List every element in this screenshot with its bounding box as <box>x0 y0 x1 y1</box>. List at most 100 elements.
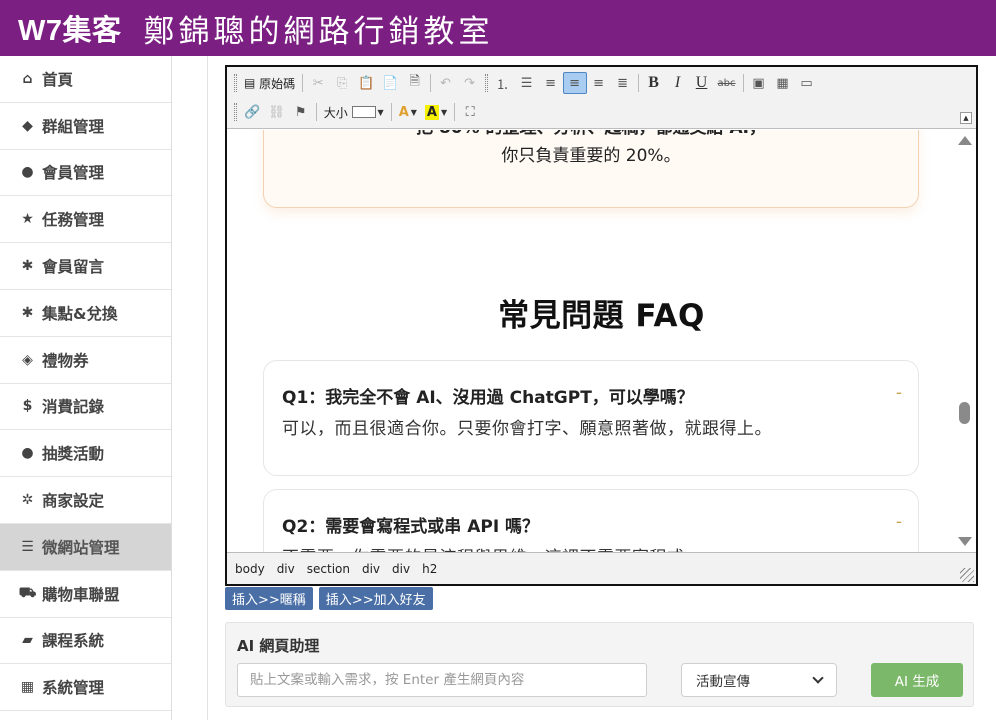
ai-prompt-input[interactable] <box>237 663 647 697</box>
align-right-icon[interactable]: ≡ <box>587 72 611 94</box>
toolbar-grip[interactable] <box>234 103 237 121</box>
sidebar-item-label: 首頁 <box>42 70 74 89</box>
sidebar-item-points[interactable]: ✱ 集點&兌換 <box>0 290 171 337</box>
sidebar-item-store-settings[interactable]: ✲ 商家設定 <box>0 477 171 524</box>
element-path-bar: body div section div div h2 <box>227 552 976 584</box>
layout-gutter <box>172 56 208 720</box>
sidebar-item-label: 微網站管理 <box>42 538 120 557</box>
sidebar-item-label: 群組管理 <box>42 117 105 136</box>
redo-icon[interactable]: ↷ <box>458 72 482 94</box>
underline-icon[interactable]: U <box>690 72 714 94</box>
promo-line-1: 把 80% 的整理、分析、起稿，都通交給 AI， <box>264 130 918 138</box>
list-icon: ☰ <box>21 538 34 555</box>
faq-toggle[interactable]: - <box>896 383 902 403</box>
asterisk-icon: ✱ <box>21 304 34 321</box>
sidebar-item-label: 商家設定 <box>42 492 105 511</box>
align-justify-icon[interactable]: ≣ <box>611 72 635 94</box>
sidebar-item-system[interactable]: ▦ 系統管理 <box>0 664 171 712</box>
paste-word-icon[interactable]: 🗎 <box>403 72 427 94</box>
ai-generate-button[interactable]: AI 生成 <box>871 663 963 697</box>
scroll-down-arrow-icon[interactable] <box>958 537 972 546</box>
sidebar-item-purchases[interactable]: $ 消費記錄 <box>0 384 171 431</box>
sidebar-item-members[interactable]: ● 會員管理 <box>0 150 171 197</box>
toolbar-grip[interactable] <box>234 74 237 92</box>
text-color-icon: A <box>398 104 409 120</box>
ai-panel-title: AI 網頁助理 <box>237 637 320 655</box>
strikethrough-icon[interactable]: abc <box>714 72 740 94</box>
toolbar-separator <box>315 103 317 121</box>
sidebar-item-messages[interactable]: ✱ 會員留言 <box>0 243 171 290</box>
align-center-icon[interactable]: ≡ <box>562 72 587 94</box>
font-size-value-box <box>351 106 376 118</box>
align-left-icon[interactable]: ≡ <box>539 72 563 94</box>
faq-toggle[interactable]: - <box>896 512 902 532</box>
toolbar-separator <box>390 103 392 121</box>
sidebar-item-cart-alliance[interactable]: ⛟ 購物車聯盟 <box>0 571 171 618</box>
cut-icon[interactable]: ✂ <box>306 72 330 94</box>
tags-icon: ◆ <box>22 117 33 134</box>
bullet-list-icon[interactable]: ☰ <box>515 72 539 94</box>
maximize-icon[interactable]: ⛶ <box>458 101 482 123</box>
promo-card: 把 80% 的整理、分析、起稿，都通交給 AI， 你只負責重要的 20%。 <box>263 130 919 208</box>
apple-icon: ● <box>21 445 34 462</box>
link-icon[interactable]: 🔗 <box>240 101 264 123</box>
toolbar-row-1: ▤ 原始碼 ✂ ⎘ 📋 📄 🗎 ↶ ↷ ⒈ ☰ ≡ ≡ ≡ ≣ B I U ab… <box>231 69 819 97</box>
path-crumb[interactable]: div <box>392 562 410 576</box>
bold-icon[interactable]: B <box>642 72 666 94</box>
path-crumb[interactable]: div <box>362 562 380 576</box>
sidebar-item-label: 任務管理 <box>42 211 105 230</box>
table-icon[interactable]: ▦ <box>771 72 795 94</box>
insert-add-friend-button[interactable]: 插入>>加入好友 <box>318 587 433 610</box>
faq-item[interactable]: Q1：我完全不會 AI、沒用過 ChatGPT，可以學嗎？ - 可以，而且很適合… <box>263 360 919 476</box>
sidebar-item-gift-vouchers[interactable]: ◈ 禮物券 <box>0 337 171 384</box>
image-icon[interactable]: ▣ <box>747 72 771 94</box>
toolbar-separator <box>742 74 744 92</box>
italic-icon[interactable]: I <box>666 72 690 94</box>
insert-nickname-button[interactable]: 插入>>暱稱 <box>225 587 313 610</box>
source-button[interactable]: ▤ 原始碼 <box>240 72 299 94</box>
toolbar-separator <box>454 103 456 121</box>
sidebar-item-label: 會員管理 <box>42 164 105 183</box>
site-title: 鄭錦聰的網路行銷教室 <box>143 13 494 50</box>
sidebar-item-tasks[interactable]: ★ 任務管理 <box>0 196 171 244</box>
ticket-icon: ◈ <box>22 351 33 368</box>
path-crumb[interactable]: body <box>235 562 265 576</box>
copy-icon[interactable]: ⎘ <box>330 72 354 94</box>
faq-question: Q2：需要會寫程式或串 API 嗎？ <box>282 517 540 537</box>
collapse-toolbar-icon[interactable]: ▲ <box>960 112 972 124</box>
sidebar-item-courses[interactable]: ▰ 課程系統 <box>0 618 171 665</box>
path-crumb[interactable]: div <box>277 562 295 576</box>
cart-icon: ⛟ <box>18 584 37 601</box>
anchor-flag-icon[interactable]: ⚑ <box>289 101 313 123</box>
sidebar-item-label: 會員留言 <box>42 258 105 277</box>
sidebar-item-microsite[interactable]: ☰ 微網站管理 <box>0 523 171 571</box>
ordered-list-icon[interactable]: ⒈ <box>491 72 515 94</box>
toolbar-grip <box>484 74 488 92</box>
font-size-dropdown[interactable]: 大小 ▼ <box>320 101 388 123</box>
ai-template-select[interactable]: 活動宣傳 <box>681 663 837 697</box>
rich-text-editor: ▤ 原始碼 ✂ ⎘ 📋 📄 🗎 ↶ ↷ ⒈ ☰ ≡ ≡ ≡ ≣ B I U ab… <box>225 65 978 586</box>
sidebar-item-home[interactable]: ⌂ 首頁 <box>0 56 171 103</box>
editor-scrollbar[interactable] <box>952 130 976 552</box>
unlink-icon[interactable]: ⛓ <box>264 101 289 123</box>
editor-content-area[interactable]: 把 80% 的整理、分析、起稿，都通交給 AI， 你只負責重要的 20%。 常見… <box>227 130 976 552</box>
scrollbar-thumb[interactable] <box>959 402 970 424</box>
resize-grip-icon[interactable] <box>960 568 974 582</box>
faq-answer: 可以，而且很適合你。只要你會打字、願意照著做，就跟得上。 <box>282 419 772 439</box>
chevron-down-icon: ▼ <box>440 107 448 117</box>
toolbar-separator <box>637 74 639 92</box>
sidebar-item-lottery[interactable]: ● 抽獎活動 <box>0 430 171 478</box>
path-crumb[interactable]: section <box>307 562 350 576</box>
undo-icon[interactable]: ↶ <box>434 72 458 94</box>
sidebar-item-groups[interactable]: ◆ 群組管理 <box>0 103 171 150</box>
background-color-button[interactable]: A ▼ <box>421 101 451 123</box>
paste-icon[interactable]: 📋 <box>354 72 378 94</box>
path-crumb[interactable]: h2 <box>422 562 437 576</box>
ai-assistant-panel: AI 網頁助理 活動宣傳 AI 生成 <box>225 622 974 707</box>
scroll-up-arrow-icon[interactable] <box>958 136 972 145</box>
paste-text-icon[interactable]: 📄 <box>378 72 402 94</box>
horizontal-rule-icon[interactable]: ▭ <box>795 72 819 94</box>
text-color-button[interactable]: A ▼ <box>395 101 421 123</box>
faq-item[interactable]: Q2：需要會寫程式或串 API 嗎？ - 不需要，你需要的是流程與思維，這裡不需… <box>263 489 919 552</box>
brand-logo[interactable]: W7集客 <box>18 7 122 49</box>
